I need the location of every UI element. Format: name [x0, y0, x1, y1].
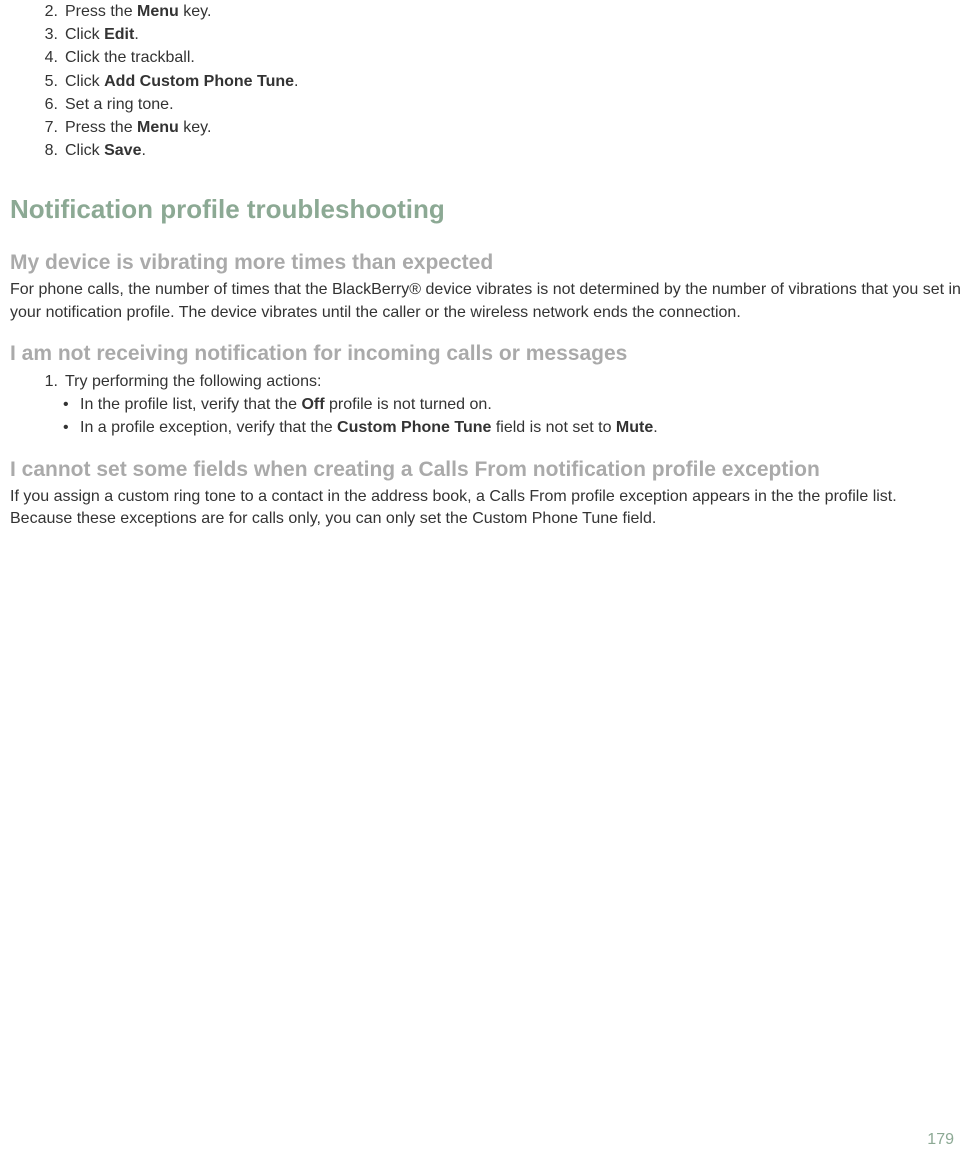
paragraph-cannot-set: If you assign a custom ring tone to a co…: [10, 486, 962, 531]
step-item: 5.Click Add Custom Phone Tune.: [40, 70, 962, 93]
subsection-heading-not-receiving: I am not receiving notification for inco…: [10, 342, 962, 366]
step-item: 8.Click Save.: [40, 139, 962, 162]
section-heading-troubleshooting: Notification profile troubleshooting: [10, 194, 962, 225]
instruction-steps: 2.Press the Menu key. 3.Click Edit. 4.Cl…: [40, 0, 962, 162]
paragraph-vibrating: For phone calls, the number of times tha…: [10, 279, 962, 324]
subsection-heading-cannot-set: I cannot set some fields when creating a…: [10, 458, 962, 482]
bullet-item: In the profile list, verify that the Off…: [55, 393, 962, 416]
step-item: 7.Press the Menu key.: [40, 116, 962, 139]
step-item: 2.Press the Menu key.: [40, 0, 962, 23]
step-item: 4.Click the trackball.: [40, 46, 962, 69]
page-number: 179: [927, 1131, 954, 1149]
troubleshoot-bullets: In the profile list, verify that the Off…: [55, 393, 962, 439]
troubleshoot-steps: 1.Try performing the following actions:: [40, 370, 962, 393]
step-item: 1.Try performing the following actions:: [40, 370, 962, 393]
bullet-item: In a profile exception, verify that the …: [55, 416, 962, 439]
subsection-heading-vibrating: My device is vibrating more times than e…: [10, 251, 962, 275]
step-item: 6.Set a ring tone.: [40, 93, 962, 116]
step-item: 3.Click Edit.: [40, 23, 962, 46]
